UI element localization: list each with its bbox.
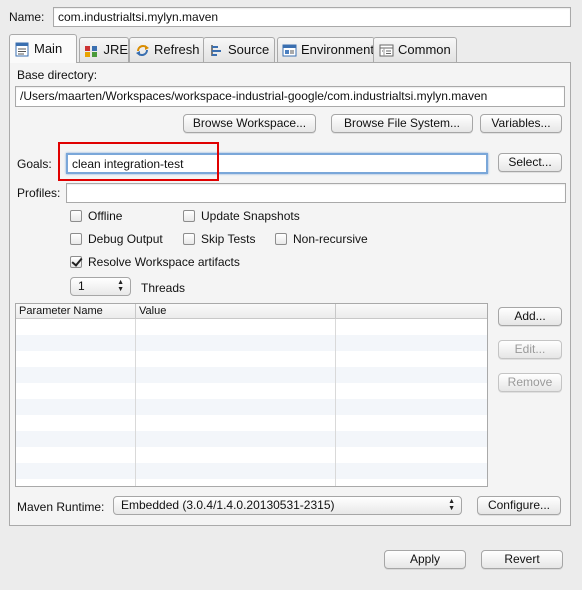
table-row	[16, 383, 487, 399]
non-recursive-label: Non-recursive	[293, 232, 368, 246]
debug-output-checkbox[interactable]: Debug Output	[70, 232, 163, 246]
tab-common[interactable]: Common	[373, 37, 457, 62]
browse-file-system-button[interactable]: Browse File System...	[331, 114, 473, 133]
threads-value: 1	[78, 279, 85, 293]
tab-source[interactable]: Source	[203, 37, 275, 62]
skip-tests-checkbox[interactable]: Skip Tests	[183, 232, 255, 246]
name-label: Name:	[9, 10, 45, 24]
table-row	[16, 399, 487, 415]
base-directory-label: Base directory:	[17, 68, 98, 82]
document-icon	[14, 41, 30, 57]
configure-button[interactable]: Configure...	[477, 496, 561, 515]
apply-button[interactable]: Apply	[384, 550, 466, 569]
profiles-label: Profiles:	[17, 186, 61, 200]
table-row	[16, 431, 487, 447]
variables-button[interactable]: Variables...	[480, 114, 562, 133]
parameters-table-header: Parameter Name Value	[16, 304, 487, 319]
column-header-parameter-name[interactable]: Parameter Name	[16, 304, 136, 318]
threads-select[interactable]: 1 ▲ ▼	[70, 277, 131, 296]
offline-checkbox[interactable]: Offline	[70, 209, 122, 223]
resolve-workspace-label: Resolve Workspace artifacts	[88, 255, 240, 269]
common-icon	[378, 42, 394, 58]
table-row	[16, 367, 487, 383]
tab-refresh[interactable]: Refresh	[129, 37, 205, 62]
environment-icon	[282, 42, 297, 58]
non-recursive-checkbox-box[interactable]	[275, 233, 287, 245]
table-row	[16, 447, 487, 463]
source-icon	[208, 42, 224, 58]
profiles-field[interactable]	[66, 183, 566, 203]
column-header-empty	[336, 304, 487, 318]
skip-tests-checkbox-box[interactable]	[183, 233, 195, 245]
table-row	[16, 319, 487, 335]
stepper-arrows-icon: ▲ ▼	[117, 279, 124, 293]
add-parameter-button[interactable]: Add...	[498, 307, 562, 326]
tab-main-label: Main	[34, 41, 63, 56]
refresh-icon	[134, 42, 150, 58]
revert-button[interactable]: Revert	[481, 550, 563, 569]
resolve-workspace-checkbox[interactable]: Resolve Workspace artifacts	[70, 255, 240, 269]
browse-workspace-button[interactable]: Browse Workspace...	[183, 114, 316, 133]
offline-checkbox-box[interactable]	[70, 210, 82, 222]
threads-label: Threads	[141, 281, 186, 295]
update-snapshots-checkbox[interactable]: Update Snapshots	[183, 209, 300, 223]
goals-highlight-box	[58, 142, 219, 181]
update-snapshots-label: Update Snapshots	[201, 209, 300, 223]
resolve-workspace-checkbox-box[interactable]	[70, 256, 82, 268]
goals-select-button[interactable]: Select...	[498, 153, 562, 172]
maven-runtime-value: Embedded (3.0.4/1.4.0.20130531-2315)	[121, 498, 335, 512]
tab-main[interactable]: Main	[9, 34, 77, 63]
offline-label: Offline	[88, 209, 123, 223]
tab-jre[interactable]: JRE	[79, 37, 129, 62]
table-row	[16, 463, 487, 479]
non-recursive-checkbox[interactable]: Non-recursive	[275, 232, 368, 246]
table-row	[16, 351, 487, 367]
goals-label: Goals:	[17, 157, 52, 171]
debug-output-checkbox-box[interactable]	[70, 233, 82, 245]
column-header-value[interactable]: Value	[136, 304, 336, 318]
parameters-table-body	[16, 319, 487, 486]
table-row	[16, 415, 487, 431]
tab-environment[interactable]: Environment	[277, 37, 375, 62]
update-snapshots-checkbox-box[interactable]	[183, 210, 195, 222]
parameters-table[interactable]: Parameter Name Value	[15, 303, 488, 487]
tab-source-label: Source	[228, 42, 270, 57]
table-row	[16, 335, 487, 351]
debug-output-label: Debug Output	[88, 232, 163, 246]
name-field[interactable]: com.industrialtsi.mylyn.maven	[53, 7, 571, 27]
tab-bar: Main JRE Refresh Source Environment Comm…	[9, 34, 571, 63]
jre-icon	[84, 42, 99, 58]
dropdown-arrows-icon: ▲ ▼	[448, 498, 455, 512]
edit-parameter-button[interactable]: Edit...	[498, 340, 562, 359]
tab-common-label: Common	[398, 42, 451, 57]
skip-tests-label: Skip Tests	[201, 232, 256, 246]
tab-jre-label: JRE	[103, 42, 128, 57]
maven-runtime-select[interactable]: Embedded (3.0.4/1.4.0.20130531-2315) ▲ ▼	[113, 496, 462, 515]
maven-runtime-label: Maven Runtime:	[17, 500, 105, 514]
tab-environment-label: Environment	[301, 42, 374, 57]
tab-refresh-label: Refresh	[154, 42, 200, 57]
base-directory-field[interactable]: /Users/maarten/Workspaces/workspace-indu…	[15, 86, 565, 107]
table-row	[16, 479, 487, 486]
remove-parameter-button[interactable]: Remove	[498, 373, 562, 392]
